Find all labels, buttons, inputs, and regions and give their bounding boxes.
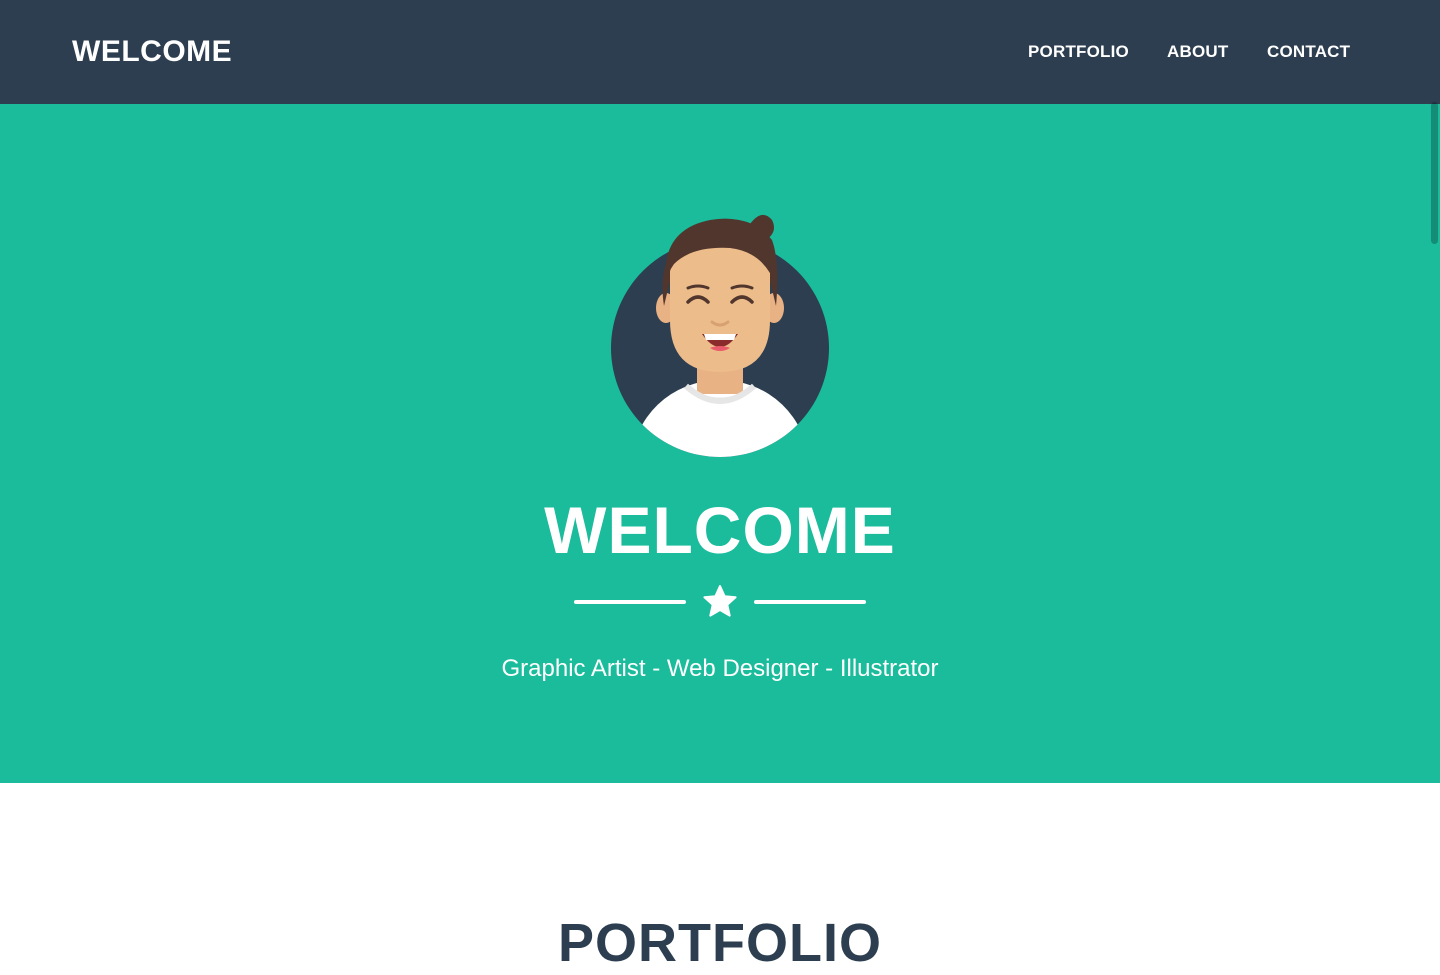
portfolio-heading: PORTFOLIO: [558, 912, 882, 973]
divider-line-right: [754, 600, 866, 604]
brand-link[interactable]: WELCOME: [72, 33, 232, 71]
nav-link-about[interactable]: ABOUT: [1167, 41, 1228, 63]
navbar: WELCOME PORTFOLIO ABOUT CONTACT: [0, 0, 1440, 104]
star-icon: [703, 585, 737, 617]
scrollbar-thumb[interactable]: [1431, 102, 1438, 244]
divider-line-left: [574, 600, 686, 604]
masthead: WELCOME Graphic Artist - Web Designer - …: [0, 104, 1440, 783]
avatar-icon: [611, 214, 829, 457]
nav-link-portfolio[interactable]: PORTFOLIO: [1028, 41, 1129, 63]
nav-link-contact[interactable]: CONTACT: [1267, 41, 1350, 63]
hero-subtitle: Graphic Artist - Web Designer - Illustra…: [501, 655, 939, 682]
hero-title: WELCOME: [544, 493, 896, 567]
